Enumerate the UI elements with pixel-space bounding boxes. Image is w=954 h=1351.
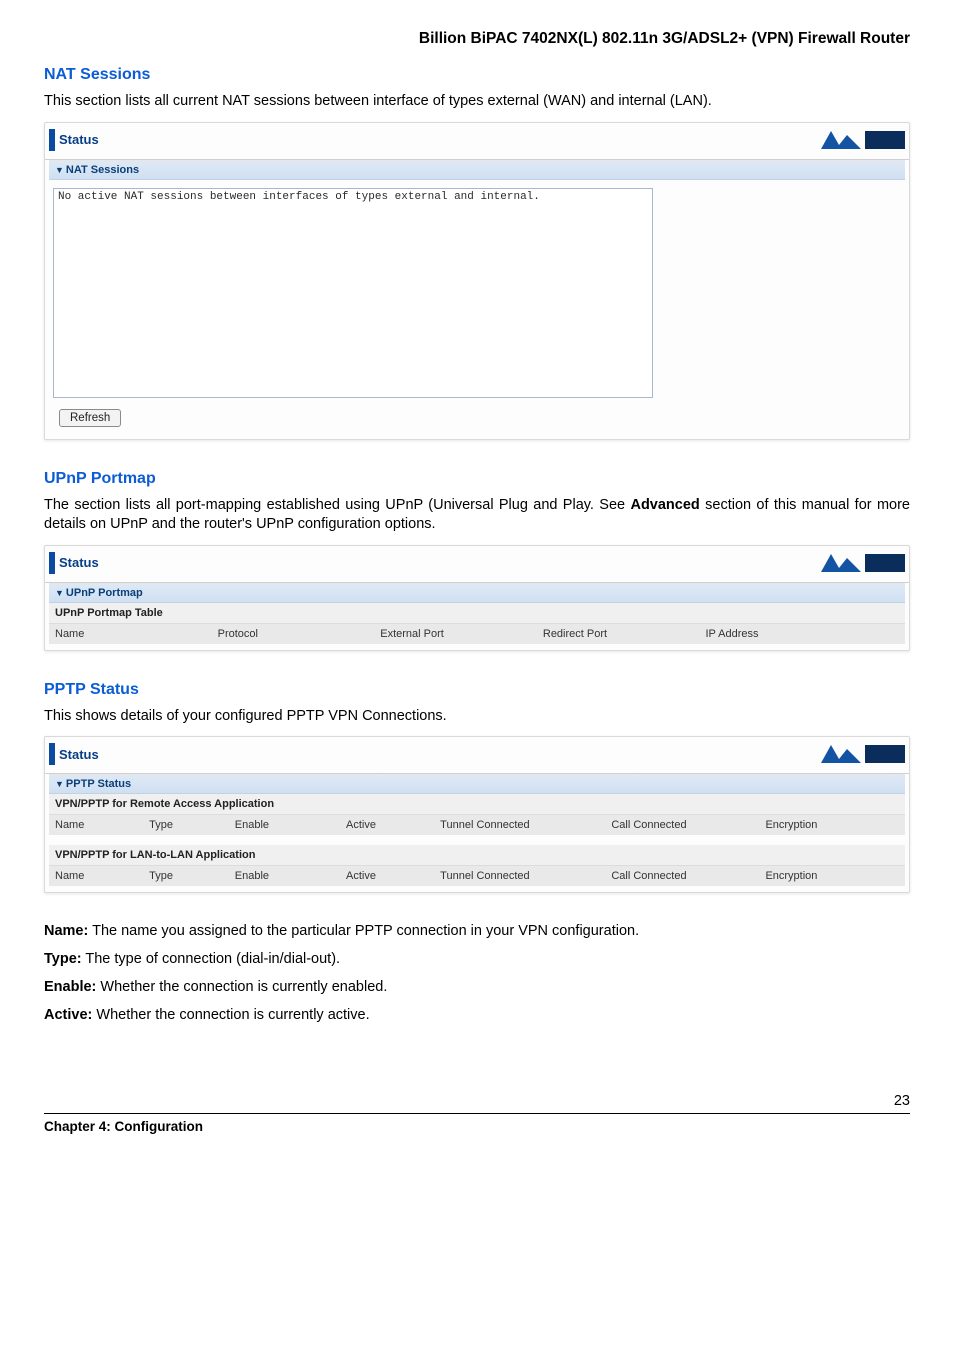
status-bar-icon xyxy=(49,552,55,574)
refresh-button[interactable]: Refresh xyxy=(59,409,121,427)
doc-title: Billion BiPAC 7402NX(L) 802.11n 3G/ADSL2… xyxy=(44,30,910,48)
chapter-label: Chapter 4: Configuration xyxy=(44,1119,203,1134)
col-name: Name xyxy=(49,866,143,886)
def-active: Active: Whether the connection is curren… xyxy=(44,1007,910,1023)
upnp-table-title: UPnP Portmap Table xyxy=(49,603,905,624)
nat-desc: This section lists all current NAT sessi… xyxy=(44,92,910,112)
pptp-lan-title: VPN/PPTP for LAN-to-LAN Application xyxy=(49,845,905,866)
status-bar-icon xyxy=(49,129,55,151)
def-enable-label: Enable: xyxy=(44,979,96,995)
nat-panel: Status ▼NAT Sessions Refresh xyxy=(44,122,910,440)
def-active-text: Whether the connection is currently acti… xyxy=(92,1007,369,1023)
col-enable: Enable xyxy=(229,815,340,835)
col-type: Type xyxy=(143,815,229,835)
upnp-desc: The section lists all port-mapping estab… xyxy=(44,496,910,535)
status-label: Status xyxy=(45,743,99,765)
def-type-label: Type: xyxy=(44,951,82,967)
col-external-port: External Port xyxy=(374,624,537,644)
upnp-desc-bold: Advanced xyxy=(630,497,699,513)
pptp-subheader[interactable]: ▼PPTP Status xyxy=(49,774,905,794)
col-call: Call Connected xyxy=(605,815,759,835)
def-type-text: The type of connection (dial-in/dial-out… xyxy=(82,951,340,967)
def-type: Type: The type of connection (dial-in/di… xyxy=(44,951,910,967)
def-active-label: Active: xyxy=(44,1007,92,1023)
nat-subheader[interactable]: ▼NAT Sessions xyxy=(49,160,905,180)
status-text: Status xyxy=(59,555,99,570)
pptp-remote-title: VPN/PPTP for Remote Access Application xyxy=(49,794,905,815)
nat-subheader-text: NAT Sessions xyxy=(66,164,139,176)
col-enable: Enable xyxy=(229,866,340,886)
upnp-subheader-text: UPnP Portmap xyxy=(66,587,143,599)
pptp-lan-table: Name Type Enable Active Tunnel Connected… xyxy=(49,866,905,886)
col-encryption: Encryption xyxy=(759,866,905,886)
table-row: Name Protocol External Port Redirect Por… xyxy=(49,624,905,644)
col-call: Call Connected xyxy=(605,866,759,886)
upnp-panel: Status ▼UPnP Portmap UPnP Portmap Table … xyxy=(44,545,910,651)
pptp-panel: Status ▼PPTP Status VPN/PPTP for Remote … xyxy=(44,736,910,893)
status-bar-icon xyxy=(49,743,55,765)
caret-down-icon: ▼ xyxy=(55,779,64,789)
def-name-label: Name: xyxy=(44,923,88,939)
upnp-subheader[interactable]: ▼UPnP Portmap xyxy=(49,583,905,603)
panel-header: Status xyxy=(45,741,909,774)
table-row: Name Type Enable Active Tunnel Connected… xyxy=(49,866,905,886)
nat-sessions-textarea[interactable] xyxy=(53,188,653,398)
col-tunnel: Tunnel Connected xyxy=(434,815,605,835)
col-protocol: Protocol xyxy=(212,624,375,644)
status-label: Status xyxy=(45,552,99,574)
definitions: Name: The name you assigned to the parti… xyxy=(44,923,910,1023)
col-name: Name xyxy=(49,624,212,644)
pptp-heading: PPTP Status xyxy=(44,681,910,699)
caret-down-icon: ▼ xyxy=(55,165,64,175)
upnp-heading: UPnP Portmap xyxy=(44,470,910,488)
pptp-remote-table: Name Type Enable Active Tunnel Connected… xyxy=(49,815,905,835)
page-number: 23 xyxy=(44,1093,910,1109)
col-redirect-port: Redirect Port xyxy=(537,624,700,644)
col-active: Active xyxy=(340,866,434,886)
panel-header: Status xyxy=(45,127,909,160)
caret-down-icon: ▼ xyxy=(55,588,64,598)
brand-logo xyxy=(817,741,907,767)
status-text: Status xyxy=(59,747,99,762)
nat-body: Refresh xyxy=(45,180,909,433)
col-encryption: Encryption xyxy=(759,815,905,835)
brand-logo xyxy=(817,550,907,576)
col-ip-address: IP Address xyxy=(700,624,906,644)
upnp-table: Name Protocol External Port Redirect Por… xyxy=(49,624,905,644)
upnp-desc-pre: The section lists all port-mapping estab… xyxy=(44,497,630,513)
pptp-subheader-text: PPTP Status xyxy=(66,778,131,790)
table-row: Name Type Enable Active Tunnel Connected… xyxy=(49,815,905,835)
nat-heading: NAT Sessions xyxy=(44,66,910,84)
status-text: Status xyxy=(59,132,99,147)
status-label: Status xyxy=(45,129,99,151)
footer: Chapter 4: Configuration xyxy=(44,1113,910,1134)
pptp-desc: This shows details of your configured PP… xyxy=(44,707,910,727)
def-enable: Enable: Whether the connection is curren… xyxy=(44,979,910,995)
col-type: Type xyxy=(143,866,229,886)
col-tunnel: Tunnel Connected xyxy=(434,866,605,886)
def-name-text: The name you assigned to the particular … xyxy=(88,923,639,939)
def-enable-text: Whether the connection is currently enab… xyxy=(96,979,387,995)
col-active: Active xyxy=(340,815,434,835)
panel-header: Status xyxy=(45,550,909,583)
col-name: Name xyxy=(49,815,143,835)
def-name: Name: The name you assigned to the parti… xyxy=(44,923,910,939)
brand-logo xyxy=(817,127,907,153)
